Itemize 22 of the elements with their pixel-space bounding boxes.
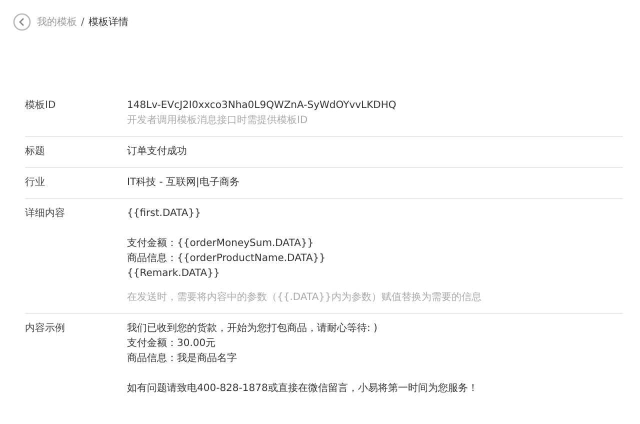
- field-label: 标题: [25, 144, 46, 159]
- field-label: 内容示例: [25, 322, 66, 336]
- field-value: {{Remark.DATA}}: [127, 267, 220, 281]
- breadcrumb-separator: /: [81, 16, 84, 28]
- field-value: 支付金额：{{orderMoneySum.DATA}}: [127, 236, 314, 251]
- field-value: 如有问题请致电400-828-1878或直接在微信留言，小易将第一时间为您服务！: [127, 382, 478, 396]
- field-label: 详细内容: [25, 206, 66, 221]
- breadcrumb-current: 模板详情: [88, 16, 128, 29]
- field-value: {{first.DATA}}: [127, 207, 201, 221]
- field-value: 订单支付成功: [127, 144, 187, 159]
- field-value: 商品信息：我是商品名字: [127, 352, 237, 366]
- field-value: 支付金额：30.00元: [127, 336, 216, 351]
- back-icon[interactable]: [13, 13, 31, 31]
- breadcrumb-link[interactable]: 我的模板: [37, 15, 77, 29]
- field-value: 我们已收到您的货款，开始为您打包商品，请耐心等待: ): [127, 322, 378, 336]
- field-hint: 在发送时，需要将内容中的参数（{{.DATA}}内为参数）赋值替换为需要的信息: [127, 290, 482, 305]
- field-value: IT科技 - 互联网|电子商务: [127, 176, 240, 190]
- field-value: 商品信息：{{orderProductName.DATA}}: [127, 252, 326, 266]
- field-label: 行业: [25, 176, 46, 190]
- field-hint: 开发者调用模板消息接口时需提供模板ID: [127, 114, 309, 128]
- field-label: 模板ID: [25, 98, 57, 113]
- field-value: 148Lv-EVcJ2I0xxco3Nha0L9QWZnA-SyWdOYvvLKDHQ: [127, 99, 396, 113]
